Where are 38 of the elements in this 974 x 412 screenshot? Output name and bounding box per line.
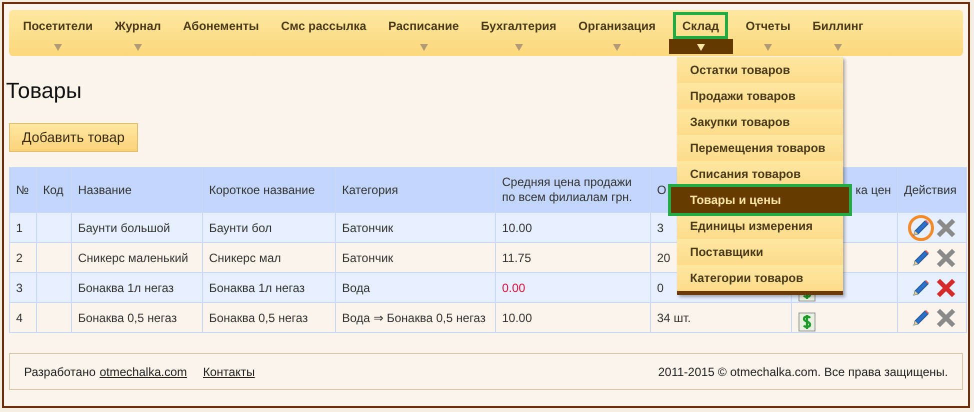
nav-item[interactable]: Организация <box>567 10 667 56</box>
dropdown-item[interactable]: Закупки товаров <box>677 109 843 135</box>
column-header: Средняя цена продажи по всем филиалам грн. <box>496 168 650 212</box>
dropdown-item[interactable]: Поставщики <box>677 239 843 265</box>
column-header: Короткое название <box>202 168 336 212</box>
column-header: Код <box>36 168 72 212</box>
table-cell: 10.00 <box>496 302 650 332</box>
nav-item[interactable]: Журнал <box>104 10 172 56</box>
page-title: Товары <box>6 77 82 105</box>
column-header: Категория <box>336 168 496 212</box>
nav-item[interactable]: Склад <box>666 10 735 56</box>
dropdown-item[interactable]: Списания товаров <box>677 161 843 187</box>
column-header: Название <box>72 168 202 212</box>
dropdown-item[interactable]: Продажи товаров <box>677 83 843 109</box>
nav-item[interactable]: Биллинг <box>801 10 874 56</box>
add-product-button[interactable]: Добавить товар <box>9 123 138 152</box>
copyright-text: 2011-2015 © otmechalka.com. Все права защищены. <box>658 364 948 380</box>
nav-item[interactable]: Абонементы <box>172 10 270 56</box>
nav-item[interactable]: Расписание <box>377 10 470 56</box>
dropdown-item[interactable]: Единицы измерения <box>677 213 843 239</box>
column-header: № <box>10 168 36 212</box>
dropdown-item[interactable]: Перемещения товаров <box>677 135 843 161</box>
table-cell: Вода ⇒ Бонаква 0,5 негаз <box>336 302 496 332</box>
nav-item[interactable]: Посетители <box>12 10 104 56</box>
table-cell: 34 шт. <box>650 302 792 332</box>
table-cell: Бонаква 0,5 негаз <box>72 302 202 332</box>
dropdown-item[interactable]: Остатки товаров <box>677 57 843 83</box>
nav-item[interactable]: Отчеты <box>734 10 802 56</box>
footer-text: Разработано <box>24 364 96 380</box>
table-cell: 4 <box>10 302 36 332</box>
developer-link[interactable]: otmechalka.com <box>100 362 187 380</box>
dropdown-item[interactable]: Категории товаров <box>677 265 843 291</box>
nav-item[interactable]: Бухгалтерия <box>470 10 568 56</box>
dropdown-item[interactable]: Товары и цены <box>671 187 849 213</box>
contacts-link[interactable]: Контакты <box>203 362 255 380</box>
nav-item[interactable]: Смс рассылка <box>270 10 378 56</box>
table-cell: Бонаква 0,5 негаз <box>202 302 336 332</box>
column-header: Действия <box>898 168 966 212</box>
